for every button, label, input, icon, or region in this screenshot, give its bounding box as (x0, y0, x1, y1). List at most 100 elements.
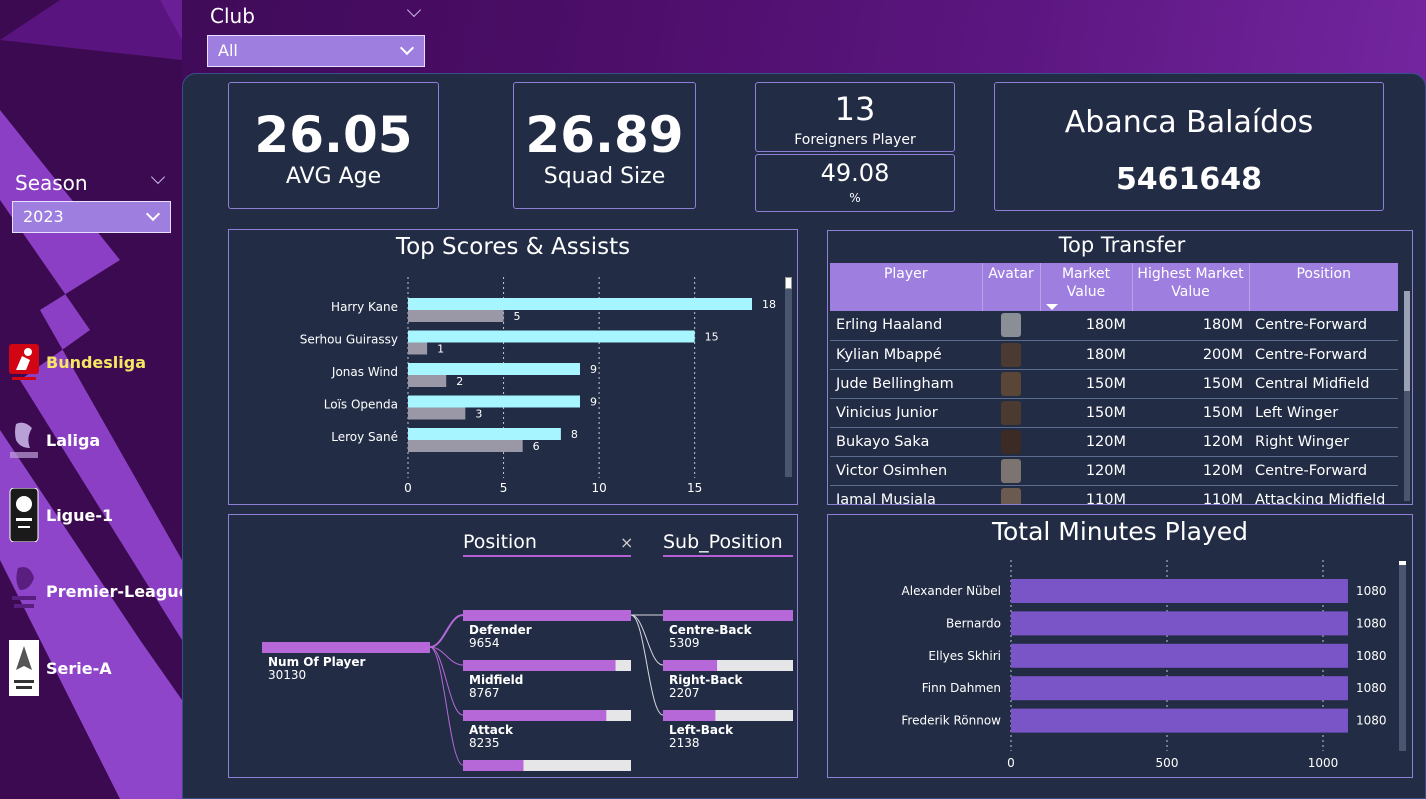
table-title: Top Transfer (1058, 233, 1186, 257)
league-button-premier-league[interactable]: Premier-League (8, 566, 190, 616)
kpi-label: Squad Size (543, 164, 666, 189)
minutes-bar[interactable] (1011, 611, 1348, 636)
scrollbar[interactable] (1399, 561, 1406, 751)
decomposition-tree-visual: Num Of Player 30130 Defender 9654 Midfield 87… (228, 514, 798, 778)
goals-bar[interactable] (408, 330, 695, 343)
header-market-value[interactable]: Market Value (1040, 263, 1133, 311)
league-button-serie-a[interactable]: Serie-A (8, 640, 112, 696)
sub-position-node-label: Centre-Back (669, 623, 753, 637)
league-label: Serie-A (46, 658, 112, 678)
cell-market-value: 180M (1040, 340, 1132, 370)
scrollbar-thumb[interactable] (1399, 561, 1406, 565)
league-button-laliga[interactable]: Laliga (8, 415, 100, 465)
table-header-row: Player Avatar Market Value Highest Marke… (830, 263, 1398, 311)
scrollbar-thumb[interactable] (785, 277, 792, 289)
header-highest-market-value[interactable]: Highest Market Value (1132, 263, 1250, 311)
table-row[interactable]: Erling Haaland 180M 180M Centre-Forward (830, 311, 1398, 341)
kpi-value: 26.89 (525, 106, 684, 164)
minutes-bar[interactable] (1011, 708, 1348, 733)
position-node-value: 8235 (469, 736, 500, 750)
cell-market-value: 120M (1040, 456, 1132, 486)
header-avatar[interactable]: Avatar (982, 263, 1041, 311)
league-label: Bundesliga (46, 352, 147, 372)
scrollbar[interactable] (1404, 291, 1410, 501)
player-avatar (1001, 313, 1021, 338)
data-label: 9 (590, 363, 597, 376)
cell-position: Attacking Midfield (1249, 485, 1398, 504)
cell-position: Left Winger (1249, 398, 1398, 428)
table-row[interactable]: Bukayo Saka 120M 120M Right Winger (830, 427, 1398, 457)
scrollbar[interactable] (785, 277, 792, 477)
level-header-sub-position: Sub_Position (663, 531, 793, 557)
data-label: 1 (437, 343, 444, 356)
close-icon[interactable]: × (620, 533, 633, 552)
serie-a-logo-icon (8, 640, 40, 696)
position-node-label: Attack (469, 723, 514, 737)
minutes-played-chart: 0 500 1000 Alexander Nübel 1080 Bernardo 1080 E… (901, 560, 1387, 770)
cell-player: Victor Osimhen (830, 456, 982, 486)
top-scores-chart: 0 5 10 15 Harry Kane 18 5 Serhou Guirassy 15 1 Jon… (300, 277, 776, 495)
minutes-bar[interactable] (1011, 643, 1348, 668)
position-node-bar[interactable] (463, 660, 616, 671)
sort-descending-icon (1045, 304, 1058, 310)
cell-highest-market-value: 200M (1132, 340, 1249, 370)
table-row[interactable]: Kylian Mbappé 180M 200M Centre-Forward (830, 340, 1398, 370)
league-button-ligue1[interactable]: Ligue-1 (8, 488, 113, 542)
sub-position-node-bar[interactable] (663, 660, 718, 671)
assists-bar[interactable] (408, 310, 504, 322)
chevron-down-icon[interactable] (406, 2, 422, 18)
scrollbar-thumb[interactable] (1404, 291, 1410, 391)
data-label: 15 (705, 331, 719, 344)
root-bar[interactable] (262, 642, 430, 653)
header-player[interactable]: Player (830, 263, 983, 311)
category-label: Frederik Rönnow (901, 714, 1001, 728)
position-node-bar[interactable] (463, 710, 607, 721)
assists-bar[interactable] (408, 342, 428, 355)
root-value: 30130 (268, 668, 306, 682)
kpi-value: 13 (834, 90, 876, 128)
player-avatar (1001, 458, 1021, 483)
position-node-bar[interactable] (463, 760, 524, 771)
minutes-bar[interactable] (1011, 676, 1348, 701)
x-tick-label: 1000 (1308, 756, 1339, 770)
table-row[interactable]: Vinicius Junior 150M 150M Left Winger (830, 398, 1398, 428)
goals-bar[interactable] (408, 428, 561, 440)
data-label: 1080 (1356, 714, 1387, 728)
cell-avatar (982, 485, 1040, 504)
data-label: 1080 (1356, 584, 1387, 598)
season-dropdown-value: 2023 (23, 207, 64, 226)
cell-avatar (982, 340, 1040, 370)
cell-position: Centre-Forward (1249, 456, 1398, 486)
sub-position-node-bar[interactable] (663, 710, 716, 721)
top-transfer-visual: Top Transfer Player Avatar Market Value … (827, 230, 1413, 505)
table-row[interactable]: Jude Bellingham 150M 150M Central Midfield (830, 369, 1398, 399)
sub-position-node-label: Left-Back (669, 723, 734, 737)
sub-position-node-bar[interactable] (663, 610, 793, 621)
minutes-bar[interactable] (1011, 579, 1348, 603)
tree-connector (630, 614, 664, 716)
cell-position: Centre-Forward (1249, 340, 1398, 370)
x-tick-label: 10 (591, 481, 606, 495)
goals-bar[interactable] (408, 298, 752, 310)
goals-bar[interactable] (408, 395, 580, 408)
season-dropdown[interactable]: 2023 (12, 201, 171, 233)
cell-player: Kylian Mbappé (830, 340, 982, 370)
league-button-bundesliga[interactable]: Bundesliga (8, 337, 146, 387)
assists-bar[interactable] (408, 407, 466, 420)
goals-bar[interactable] (408, 363, 580, 375)
position-node-bar[interactable] (463, 610, 631, 621)
header-position[interactable]: Position (1249, 263, 1398, 311)
kpi-label: AVG Age (285, 164, 382, 189)
table-row[interactable]: Jamal Musiala 110M 110M Attacking Midfield (830, 485, 1398, 504)
chevron-down-icon (399, 40, 415, 56)
category-label: Alexander Nübel (902, 584, 1001, 598)
table-row[interactable]: Victor Osimhen 120M 120M Centre-Forward (830, 456, 1398, 486)
assists-bar[interactable] (408, 375, 447, 387)
assists-bar[interactable] (408, 440, 523, 452)
club-slicer-title: Club (210, 4, 255, 28)
category-label: Finn Dahmen (922, 681, 1001, 695)
x-tick-label: 500 (1156, 756, 1179, 770)
cell-market-value: 180M (1040, 311, 1132, 341)
club-dropdown[interactable]: All (207, 35, 425, 67)
cell-player: Jamal Musiala (830, 485, 982, 504)
